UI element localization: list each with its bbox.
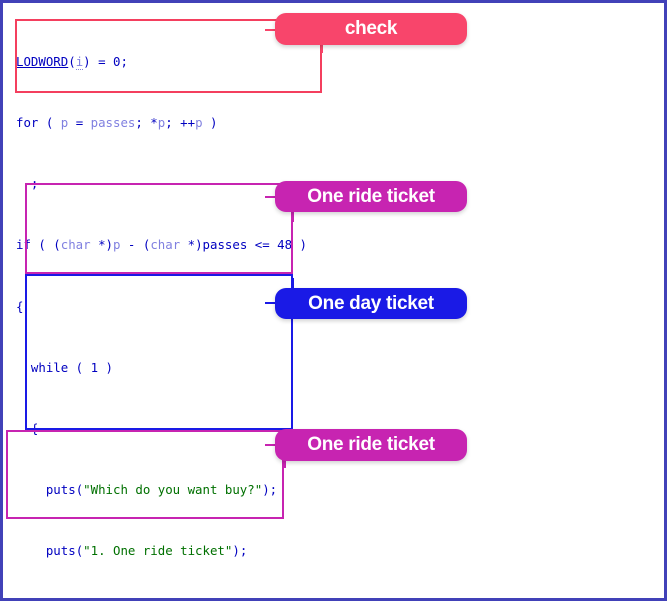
code-line: puts("1. One ride ticket"); bbox=[45, 543, 248, 559]
callout-one-day-ticket-branch[interactable]: One day ticket bbox=[275, 288, 467, 319]
code-line: puts("Which do you want buy?"); bbox=[45, 482, 278, 498]
code-line: for ( p = passes; *p; ++p ) bbox=[16, 115, 218, 131]
callout-check-label: check bbox=[344, 18, 398, 39]
callout-one-ride-ticket-label[interactable]: One ride ticket bbox=[275, 429, 467, 461]
callout-one-ride-ticket-label-label: One ride ticket bbox=[307, 434, 435, 455]
callout-one-day-ticket-branch-label: One day ticket bbox=[308, 292, 434, 314]
callout-check[interactable]: check bbox=[275, 13, 467, 45]
callout-one-ride-ticket-branch-label: One ride ticket bbox=[307, 185, 435, 207]
code-line: if ( (char *)p - (char *)passes <= 48 ) bbox=[16, 237, 307, 253]
code-line: LODWORD(i) = 0; bbox=[16, 53, 128, 70]
code-line: while ( 1 ) bbox=[16, 359, 113, 375]
callout-one-ride-ticket-branch[interactable]: One ride ticket bbox=[275, 181, 467, 212]
pseudocode-window: LODWORD(i) = 0; for ( p = passes; *p; ++… bbox=[0, 0, 667, 601]
